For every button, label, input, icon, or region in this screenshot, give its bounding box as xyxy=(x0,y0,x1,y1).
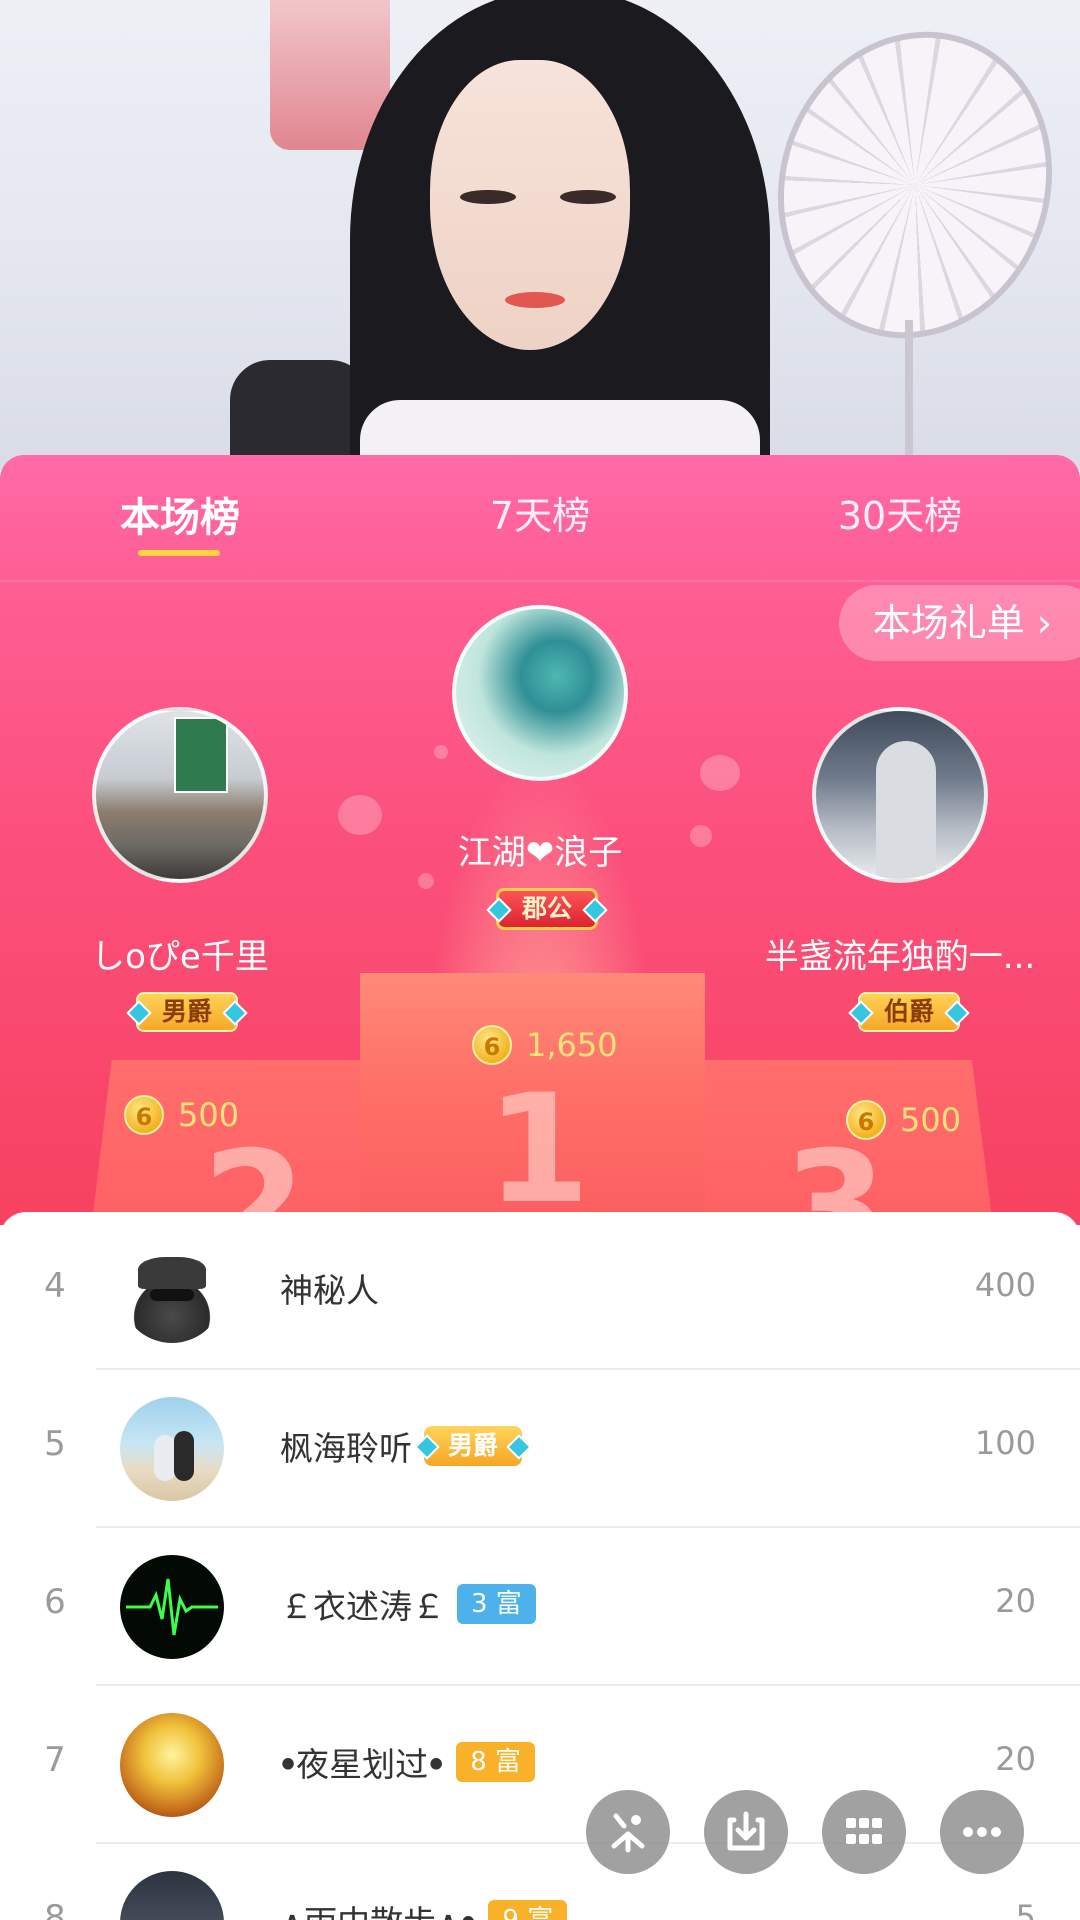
user-name: 神秘人 xyxy=(280,1264,379,1312)
top1-avatar[interactable] xyxy=(452,605,628,781)
wealth-level-badge: 3 富 xyxy=(457,1584,536,1624)
top1-noble-badge: 郡公 xyxy=(496,888,599,930)
share-icon xyxy=(611,1813,645,1853)
list-item[interactable]: 7 ꔷ夜星划过ꔷ 8 富 20 xyxy=(0,1686,1080,1844)
podium-block-3: 3 xyxy=(705,1060,995,1225)
decor-bubble xyxy=(338,795,382,835)
live-video[interactable] xyxy=(0,0,1080,470)
download-icon xyxy=(727,1811,765,1851)
tab-bar: 本场榜 7天榜 30天榜 xyxy=(0,455,1080,580)
decor-bubble xyxy=(690,825,712,847)
user-avatar[interactable] xyxy=(120,1555,224,1659)
coin-icon: 6 xyxy=(846,1100,886,1140)
more-icon xyxy=(963,1827,1001,1837)
umbrella-stand xyxy=(905,320,913,470)
coin-icon: 6 xyxy=(124,1095,164,1135)
active-tab-indicator xyxy=(138,550,220,556)
top3-noble-badge: 伯爵 xyxy=(858,992,961,1032)
rank-number: 5 xyxy=(44,1424,66,1464)
top3-avatar[interactable] xyxy=(812,707,988,883)
ranking-panel: 2 3 1 本场榜 7天榜 30天榜 本场礼单 › 江湖❤浪子 郡公 6 1,6… xyxy=(0,455,1080,1225)
top1-coin-value: 1,650 xyxy=(526,1026,618,1064)
more-button[interactable] xyxy=(940,1790,1024,1874)
divider xyxy=(0,580,1080,582)
tab-30-days[interactable]: 30天榜 xyxy=(770,485,1030,540)
user-avatar[interactable] xyxy=(120,1871,224,1920)
download-button[interactable] xyxy=(704,1790,788,1874)
mouth xyxy=(505,292,565,308)
wealth-level-badge: 9 富 xyxy=(488,1900,568,1920)
rank-number: 7 xyxy=(44,1740,66,1780)
ranking-list[interactable]: 4 神秘人 400 5 枫海聆听 男爵 100 6 ￡衣述涛￡ 3 富 20 7… xyxy=(0,1212,1080,1920)
gift-list-button[interactable]: 本场礼单 › xyxy=(838,585,1080,661)
eye xyxy=(460,190,516,204)
list-item[interactable]: 6 ￡衣述涛￡ 3 富 20 xyxy=(0,1528,1080,1686)
list-item[interactable]: 4 神秘人 400 xyxy=(0,1212,1080,1370)
tab-7-days[interactable]: 7天榜 xyxy=(410,485,670,540)
user-avatar[interactable] xyxy=(120,1397,224,1501)
decor-bubble xyxy=(434,745,448,759)
eye xyxy=(560,190,616,204)
list-item[interactable]: 5 枫海聆听 男爵 100 xyxy=(0,1370,1080,1528)
top2-coin-value: 500 xyxy=(178,1096,240,1134)
rank-number: 8 xyxy=(44,1898,66,1920)
top1-name[interactable]: 江湖❤浪子 xyxy=(390,825,690,874)
user-name: 枫海聆听 男爵 xyxy=(280,1422,523,1470)
decor-bubble xyxy=(700,755,740,791)
user-score: 100 xyxy=(974,1424,1036,1462)
user-name-text: 神秘人 xyxy=(280,1271,379,1310)
list-item[interactable]: 8 ∧雨中散步∧ꔷ 9 富 5 xyxy=(0,1844,1080,1920)
glasses xyxy=(150,1289,194,1301)
grid-icon xyxy=(846,1818,882,1844)
user-score: 20 xyxy=(995,1740,1036,1778)
wealth-level-badge: 8 富 xyxy=(456,1742,536,1782)
user-name: ꔷ夜星划过ꔷ 8 富 xyxy=(280,1738,536,1786)
background-umbrella xyxy=(738,0,1080,375)
top2-coins: 6 500 xyxy=(124,1095,239,1135)
user-avatar[interactable] xyxy=(120,1239,224,1343)
decor-bubble xyxy=(418,873,434,889)
top2-avatar[interactable] xyxy=(92,707,268,883)
podium-block-1: 1 xyxy=(360,973,705,1225)
apps-button[interactable] xyxy=(822,1790,906,1874)
figure xyxy=(876,741,936,879)
tab-this-show[interactable]: 本场榜 xyxy=(50,485,310,543)
user-score: 20 xyxy=(995,1582,1036,1620)
hat xyxy=(138,1257,206,1289)
podium-block-2: 2 xyxy=(90,1060,360,1225)
road-sign xyxy=(174,717,228,793)
user-name: ￡衣述涛￡ 3 富 xyxy=(280,1580,536,1628)
coin-icon: 6 xyxy=(472,1025,512,1065)
rank-number: 6 xyxy=(44,1582,66,1622)
chair xyxy=(230,360,370,470)
top2-noble-badge: 男爵 xyxy=(136,992,239,1032)
user-score: 400 xyxy=(974,1266,1036,1304)
user-score: 5 xyxy=(1015,1898,1036,1920)
podium-number: 1 xyxy=(486,1063,591,1225)
person xyxy=(154,1435,176,1481)
podium-number: 2 xyxy=(202,1120,307,1225)
heartbeat-icon xyxy=(126,1578,218,1636)
share-button[interactable] xyxy=(586,1790,670,1874)
noble-badge: 男爵 xyxy=(424,1426,523,1466)
user-name: ∧雨中散步∧ꔷ 9 富 xyxy=(280,1896,568,1920)
rank-number: 4 xyxy=(44,1266,66,1306)
user-name-text: 枫海聆听 xyxy=(280,1429,412,1468)
user-name-text: ￡衣述涛￡ xyxy=(280,1587,445,1626)
top1-coins: 6 1,650 xyxy=(472,1025,618,1065)
top3-name[interactable]: 半盏流年独酌一... xyxy=(745,929,1055,978)
user-avatar[interactable] xyxy=(120,1713,224,1817)
top3-coins: 6 500 xyxy=(846,1100,961,1140)
user-name-text: ꔷ夜星划过ꔷ xyxy=(280,1745,445,1784)
top2-name[interactable]: しoぴe千里 xyxy=(40,929,320,978)
user-name-text: ∧雨中散步∧ꔷ xyxy=(280,1896,476,1920)
person xyxy=(174,1431,194,1481)
top3-coin-value: 500 xyxy=(900,1101,962,1139)
